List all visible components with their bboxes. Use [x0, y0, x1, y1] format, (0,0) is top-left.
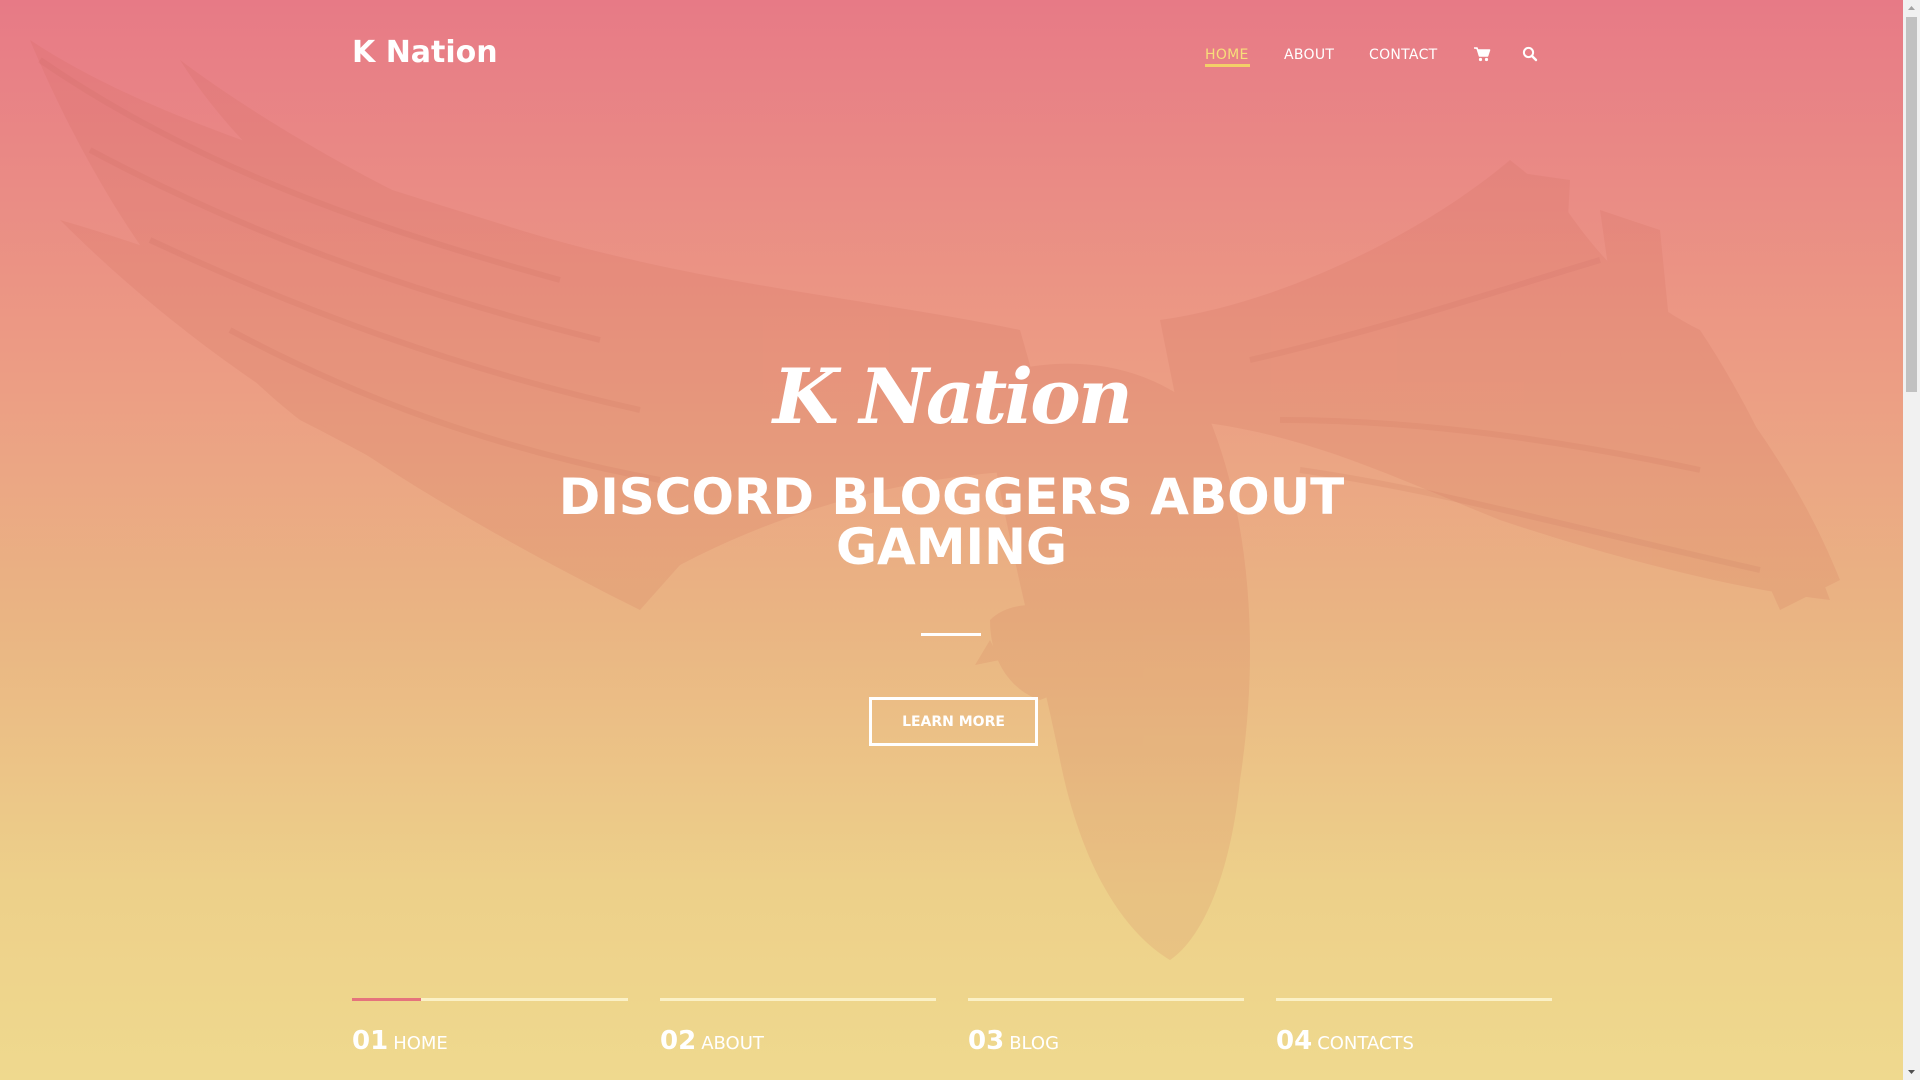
section-label: 04 CONTACTS: [1276, 1026, 1414, 1060]
search-icon[interactable]: [1520, 44, 1540, 64]
section-progress-fill: [352, 998, 421, 1001]
cart-icon[interactable]: [1472, 44, 1492, 64]
hero-section: K Nation HOME ABOUT CONTACT K Nation DIS…: [0, 0, 1903, 1080]
nav-link-contact[interactable]: CONTACT: [1369, 45, 1438, 65]
section-navigator: 01 HOME 02 ABOUT 03 BLOG 04 CONTACTS: [352, 998, 1552, 1080]
hero-headline-line-1: DISCORD BLOGGERS ABOUT: [558, 468, 1345, 526]
section-name: BLOG: [1009, 1033, 1060, 1054]
hero-script-title: K Nation: [772, 352, 1133, 441]
section-number: 04: [1276, 1026, 1313, 1056]
scroll-down-arrow-icon[interactable]: [1903, 1063, 1920, 1080]
section-progress-track: [968, 998, 1244, 1001]
section-name: HOME: [393, 1033, 448, 1054]
section-label: 01 HOME: [352, 1026, 448, 1060]
section-number: 03: [968, 1026, 1005, 1056]
hero-headline-line-2: GAMING: [836, 518, 1067, 576]
nav-link-about[interactable]: ABOUT: [1284, 45, 1334, 65]
section-name: CONTACTS: [1317, 1033, 1414, 1054]
hero-headline: DISCORD BLOGGERS ABOUT GAMING: [0, 472, 1903, 572]
section-label: 03 BLOG: [968, 1026, 1059, 1060]
section-item-contacts[interactable]: 04 CONTACTS: [1276, 998, 1552, 1080]
section-item-about[interactable]: 02 ABOUT: [660, 998, 936, 1080]
scrollbar-thumb[interactable]: [1906, 17, 1917, 392]
section-progress-track: [1276, 998, 1552, 1001]
section-progress-track: [660, 998, 936, 1001]
hero-divider: [921, 633, 981, 636]
nav-active-underline: [1205, 64, 1250, 67]
vertical-scrollbar[interactable]: [1903, 0, 1920, 1080]
section-item-blog[interactable]: 03 BLOG: [968, 998, 1244, 1080]
learn-more-button[interactable]: LEARN MORE: [869, 697, 1038, 746]
section-item-home[interactable]: 01 HOME: [352, 998, 628, 1080]
nav-link-home[interactable]: HOME: [1205, 45, 1249, 65]
section-number: 02: [660, 1026, 697, 1056]
site-logo[interactable]: K Nation: [352, 33, 498, 73]
section-number: 01: [352, 1026, 389, 1056]
section-name: ABOUT: [701, 1033, 764, 1054]
section-label: 02 ABOUT: [660, 1026, 764, 1060]
scroll-up-arrow-icon[interactable]: [1903, 0, 1920, 17]
top-navigation-bar: K Nation HOME ABOUT CONTACT: [0, 0, 1903, 108]
